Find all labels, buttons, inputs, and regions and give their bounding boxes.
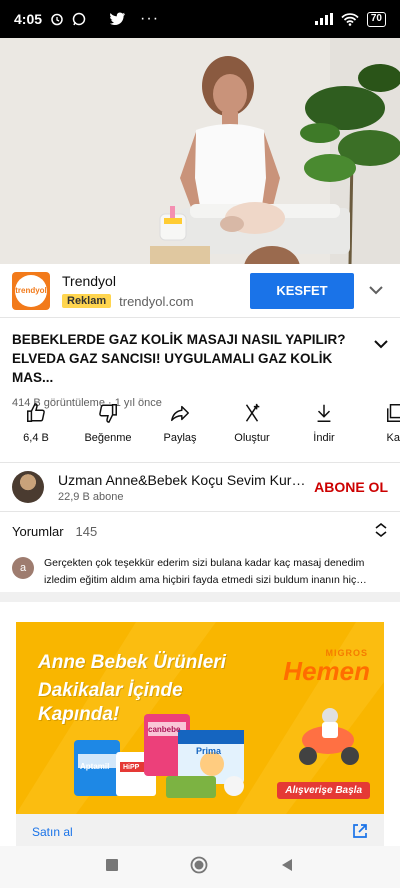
create-button[interactable]: Oluştur — [216, 402, 288, 458]
system-nav-bar — [0, 846, 400, 888]
banner-cta-button[interactable]: Alışverişe Başla — [277, 782, 370, 799]
like-button[interactable]: 6,4 B — [0, 402, 72, 458]
ad-domain: trendyol.com — [119, 293, 194, 309]
channel-row[interactable]: Uzman Anne&Bebek Koçu Sevim Kuruçay... 2… — [0, 462, 400, 512]
create-icon — [245, 403, 260, 422]
dislike-label: Beğenme — [84, 432, 132, 444]
buy-label[interactable]: Satın al — [32, 825, 73, 839]
first-comment-text: Gerçekten çok teşekkür ederim sizi bulan… — [44, 557, 365, 586]
like-count: 6,4 B — [23, 432, 49, 444]
video-title[interactable]: BEBEKLERDE GAZ KOLİK MASAJI NASIL YAPILI… — [12, 330, 352, 387]
share-button[interactable]: Paylaş — [144, 402, 216, 458]
status-time: 4:05 — [14, 11, 43, 27]
expand-description-icon[interactable] — [374, 336, 388, 354]
product-aptamil: Aptamil — [80, 762, 110, 771]
ad-logo-text: trendyol — [15, 274, 47, 307]
subscribe-button[interactable]: ABONE OL — [314, 479, 388, 495]
section-divider — [0, 592, 400, 602]
comments-header: Yorumlar — [12, 524, 64, 539]
ad-cta-button[interactable]: KESFET — [250, 272, 354, 309]
banner-brand-big: Hemen — [283, 656, 370, 686]
buy-row[interactable]: Satın al — [16, 814, 384, 850]
whatsapp-icon — [72, 12, 86, 26]
product-canbebe: canbebe — [148, 725, 181, 734]
channel-avatar[interactable] — [12, 471, 44, 503]
home-icon[interactable] — [190, 856, 208, 879]
dislike-icon — [99, 404, 117, 423]
channel-name[interactable]: Uzman Anne&Bebek Koçu Sevim Kuruçay... — [58, 472, 310, 488]
banner-line-1: Anne Bebek Ürünleri — [38, 652, 226, 673]
more-icon: ··· — [140, 10, 160, 27]
battery-icon: 70 — [366, 11, 386, 27]
banner-line-3: Kapında! — [38, 704, 120, 725]
channel-subscribers: 22,9 B abone — [58, 490, 124, 503]
ad-badge: Reklam — [62, 294, 112, 308]
back-icon[interactable] — [280, 858, 294, 877]
twitter-icon — [110, 12, 126, 25]
external-link-icon[interactable] — [352, 823, 368, 842]
wifi-icon — [341, 12, 359, 26]
trendyol-logo: trendyol — [12, 271, 50, 310]
comments-count: 145 — [75, 524, 98, 539]
status-bar: 4:05 ··· 70 — [0, 0, 400, 38]
save-button[interactable]: Kay — [360, 402, 400, 458]
signal-icon — [314, 13, 333, 25]
create-label: Oluştur — [234, 432, 270, 444]
chevron-down-icon[interactable] — [364, 279, 388, 303]
banner-ad[interactable]: Anne Bebek Ürünleri Dakikalar İçinde Kap… — [16, 622, 384, 814]
download-label: İndir — [313, 432, 335, 444]
video-frame — [0, 38, 400, 264]
share-label: Paylaş — [163, 432, 197, 444]
action-bar: 6,4 B Beğenme Paylaş Oluştur İndir Kay — [0, 402, 400, 458]
comments-section[interactable]: Yorumlar 145 a Gerçekten çok teşekkür ed… — [12, 522, 388, 589]
video-player[interactable] — [0, 38, 400, 264]
ad-row[interactable]: trendyol Trendyol Reklam trendyol.com KE… — [0, 264, 400, 318]
recents-icon[interactable] — [106, 858, 118, 876]
expand-comments-icon[interactable] — [374, 522, 388, 541]
download-button[interactable]: İndir — [288, 402, 360, 458]
dislike-button[interactable]: Beğenme — [72, 402, 144, 458]
banner-line-2: Dakikalar İçinde — [38, 680, 183, 701]
like-icon — [27, 403, 45, 422]
product-hipp: HiPP — [123, 764, 140, 771]
commenter-avatar: a — [12, 557, 34, 579]
save-icon — [387, 404, 400, 422]
save-label: Kay — [386, 432, 400, 444]
share-icon — [171, 405, 189, 422]
download-icon — [317, 404, 331, 422]
product-prima: Prima — [196, 746, 222, 756]
ad-advertiser: Trendyol — [62, 272, 116, 289]
alarm-icon — [51, 13, 63, 26]
